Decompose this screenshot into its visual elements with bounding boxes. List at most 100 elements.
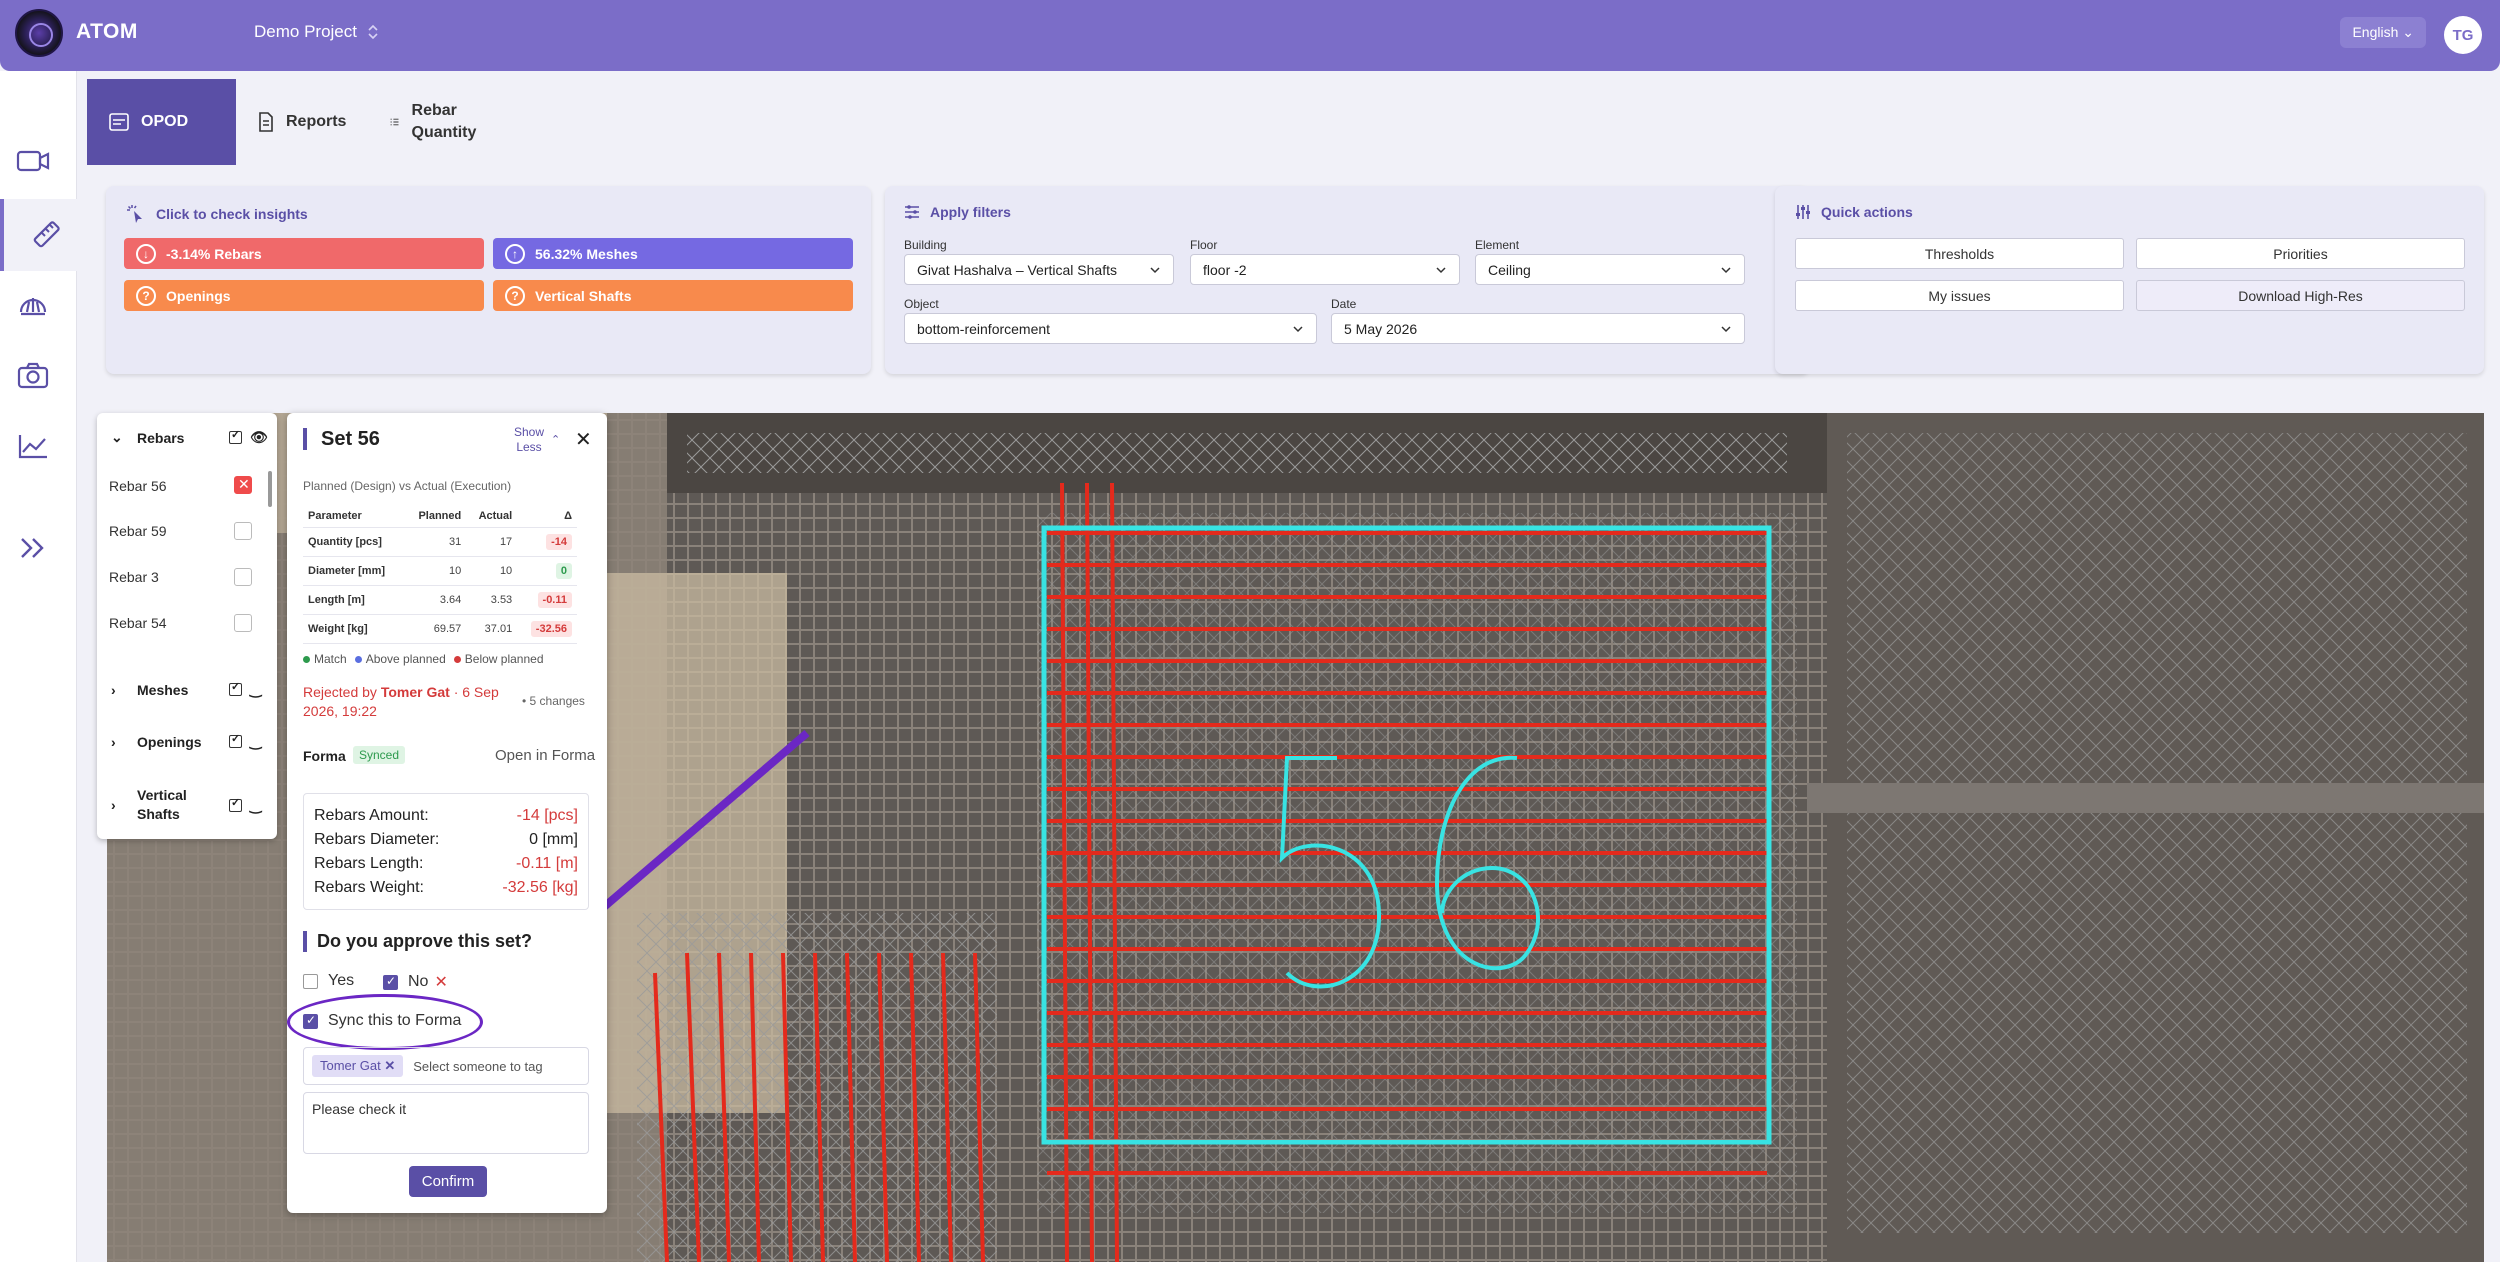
no-checkbox[interactable]: No ✕	[383, 972, 448, 992]
language-label: English	[2352, 24, 2399, 40]
user-avatar[interactable]: TG	[2444, 16, 2482, 54]
chevron-right-icon: ›	[111, 797, 116, 813]
layer-visibility-checkbox[interactable]	[229, 796, 242, 812]
summary-row: Rebars Length: -0.11 [m]	[314, 852, 578, 876]
ruler-icon	[33, 221, 60, 248]
chevron-down-icon	[1293, 326, 1303, 333]
thresholds-button[interactable]: Thresholds	[1795, 238, 2124, 269]
element-select[interactable]: Ceiling	[1475, 254, 1745, 285]
layer-visibility-checkbox[interactable]	[229, 732, 242, 748]
remove-tag-icon[interactable]: ✕	[384, 1058, 395, 1073]
sidebar-item-video[interactable]	[15, 143, 51, 179]
eye-icon[interactable]: 👁	[250, 429, 268, 446]
layer-group-rebars[interactable]: ⌄ Rebars 👁	[97, 428, 277, 446]
eye-closed-icon[interactable]: ‿	[250, 681, 261, 698]
sidebar-item-camera[interactable]	[15, 357, 51, 393]
forma-label: Forma	[303, 748, 346, 764]
rejected-prefix: Rejected by	[303, 684, 377, 700]
table-row: Quantity [pcs] 31 17 -14	[303, 527, 577, 557]
rejection-info: Rejected by Tomer Gat · 6 Sep 2026, 19:2…	[303, 683, 503, 721]
layer-group-label: Openings	[137, 733, 202, 750]
layer-visibility-checkbox[interactable]	[229, 680, 242, 696]
summary-row: Rebars Diameter: 0 [mm]	[314, 828, 578, 852]
object-select[interactable]: bottom-reinforcement	[904, 313, 1317, 344]
summary-label: Rebars Amount:	[314, 807, 429, 824]
table-row: Diameter [mm] 10 10 0	[303, 556, 577, 586]
date-select[interactable]: 5 May 2026	[1331, 313, 1745, 344]
rebar-56-checkbox[interactable]: ✕	[234, 476, 252, 494]
checkbox[interactable]	[303, 1013, 318, 1029]
changes-count[interactable]: • 5 changes	[522, 694, 585, 708]
column-header: Actual	[466, 505, 518, 528]
camera-icon	[17, 362, 49, 389]
table-row: Weight [kg] 69.57 37.01 -32.56	[303, 614, 577, 644]
download-high-res-button[interactable]: Download High-Res	[2136, 280, 2465, 311]
tag-placeholder: Select someone to tag	[413, 1058, 543, 1074]
checkbox[interactable]	[383, 974, 398, 990]
delta-cell: -14	[517, 527, 577, 557]
insight-vertical-shafts[interactable]: ? Vertical Shafts	[493, 280, 853, 311]
chevron-up-icon[interactable]: ⌃	[551, 433, 560, 446]
tab-opod[interactable]: OPOD	[87, 79, 236, 165]
my-issues-button[interactable]: My issues	[1795, 280, 2124, 311]
rebar-checkbox[interactable]	[234, 568, 252, 586]
summary-label: Rebars Weight:	[314, 879, 424, 896]
top-header: ATOM Demo Project English ⌄ TG	[0, 0, 2500, 71]
chevron-down-icon	[1721, 326, 1731, 333]
floor-select[interactable]: floor -2	[1190, 254, 1460, 285]
column-header: Parameter	[303, 505, 405, 528]
tag-input[interactable]: Tomer Gat ✕ Select someone to tag	[303, 1047, 589, 1085]
rebar-checkbox[interactable]	[234, 522, 252, 540]
sliders-icon	[905, 205, 919, 219]
list-item[interactable]: Rebar 54	[109, 615, 167, 631]
object-label: Object	[904, 297, 939, 311]
eye-closed-icon[interactable]: ‿	[250, 733, 261, 750]
checkbox[interactable]	[303, 973, 318, 989]
open-in-forma-link[interactable]: Open in Forma	[495, 747, 595, 764]
atom-logo[interactable]	[15, 9, 63, 57]
delta-badge: -0.11	[537, 591, 572, 608]
tag-chip-label: Tomer Gat	[320, 1058, 381, 1073]
sidebar-item-dashboard[interactable]	[15, 285, 51, 321]
insight-meshes[interactable]: ↑ 56.32% Meshes	[493, 238, 853, 269]
sidebar-item-measure[interactable]	[0, 199, 77, 271]
language-selector[interactable]: English ⌄	[2340, 17, 2426, 48]
planned-cell: 69.57	[404, 614, 467, 644]
rebar-checkbox[interactable]	[234, 614, 252, 632]
insights-title-label: Click to check insights	[156, 206, 308, 222]
list-item[interactable]: Rebar 59	[109, 523, 167, 539]
eye-closed-icon[interactable]: ‿	[250, 797, 261, 814]
sidebar-expand[interactable]	[15, 530, 51, 566]
priorities-button[interactable]: Priorities	[2136, 238, 2465, 269]
sync-to-forma-checkbox[interactable]: Sync this to Forma	[303, 1012, 461, 1030]
close-icon[interactable]: ✕	[575, 427, 592, 452]
insight-openings[interactable]: ? Openings	[124, 280, 484, 311]
scrollbar[interactable]	[268, 471, 272, 507]
insight-rebars[interactable]: ↓ -3.14% Rebars	[124, 238, 484, 269]
list-item[interactable]: Rebar 56	[109, 478, 167, 494]
layer-group-vertical-shafts[interactable]: › Vertical Shafts ‿	[97, 786, 277, 824]
yes-checkbox[interactable]: Yes	[303, 972, 354, 990]
tab-rebar-quantity[interactable]: Rebar Quantity	[368, 79, 498, 165]
layer-group-openings[interactable]: › Openings ‿	[97, 732, 277, 750]
tab-reports[interactable]: Reports	[236, 79, 368, 165]
sidebar-item-analytics[interactable]	[15, 428, 51, 464]
actual-cell: 10	[466, 556, 518, 586]
layer-group-meshes[interactable]: › Meshes ‿	[97, 680, 277, 698]
left-sidebar	[0, 71, 77, 1262]
project-selector[interactable]: Demo Project	[254, 22, 379, 42]
comment-textarea[interactable]: Please check it	[303, 1092, 589, 1154]
insights-title[interactable]: Click to check insights	[126, 204, 308, 224]
close-icon: ✕	[238, 476, 250, 492]
rejected-by: Tomer Gat	[380, 684, 450, 700]
confirm-button[interactable]: Confirm	[409, 1166, 487, 1197]
list-icon	[391, 118, 399, 126]
layer-visibility-checkbox[interactable]	[229, 428, 242, 444]
actual-cell: 17	[466, 527, 518, 557]
list-item[interactable]: Rebar 3	[109, 569, 159, 585]
tab-label: OPOD	[141, 113, 189, 130]
building-select[interactable]: Givat Hashalva – Vertical Shafts	[904, 254, 1174, 285]
layers-panel: ⌄ Rebars 👁 Rebar 56 ✕ Rebar 59 Rebar 3 R…	[97, 413, 277, 839]
show-less-toggle[interactable]: Show Less	[509, 425, 549, 455]
project-name: Demo Project	[254, 22, 357, 41]
